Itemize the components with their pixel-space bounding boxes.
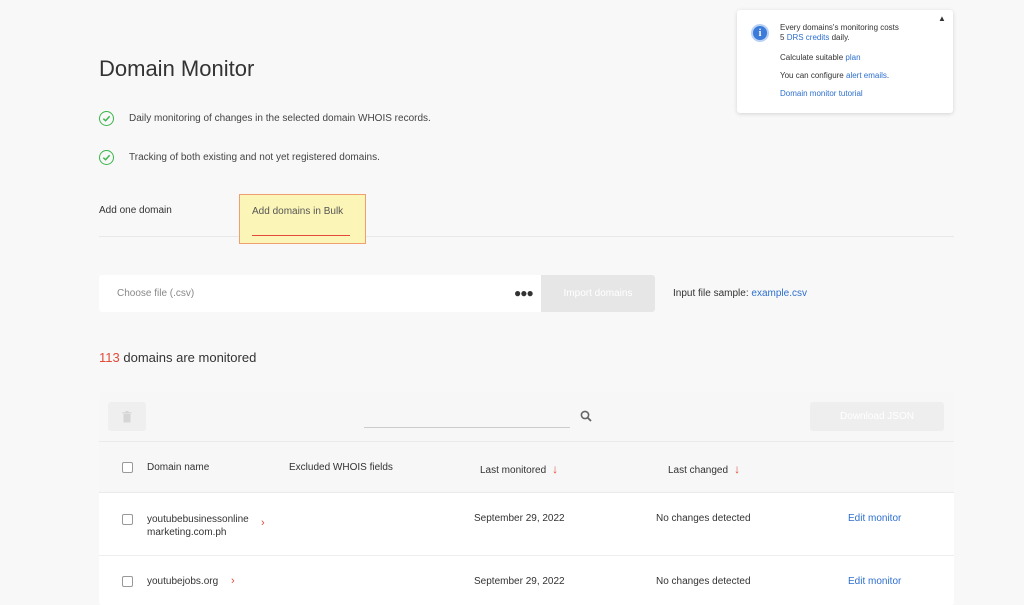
header-domain-name[interactable]: Domain name	[147, 462, 209, 473]
row-checkbox[interactable]	[122, 514, 133, 525]
domain-monitor-tutorial-link[interactable]: Domain monitor tutorial	[780, 89, 863, 98]
chevron-right-icon[interactable]: ›	[261, 517, 265, 529]
info-panel: i ▲ Every domains's monitoring costs 5 D…	[737, 10, 953, 113]
table-row: youtubebusinessonline marketing.com.ph ›…	[99, 493, 954, 556]
info-tutorial: Domain monitor tutorial	[780, 89, 863, 99]
info-line: Calculate suitable	[780, 53, 844, 62]
header-excluded-fields: Excluded WHOIS fields	[289, 462, 393, 473]
count-number: 113	[99, 350, 120, 365]
search-icon[interactable]	[580, 410, 592, 422]
tab-add-domains-bulk[interactable]: Add domains in Bulk	[239, 194, 366, 244]
choose-file-input[interactable]: Choose file (.csv)	[117, 288, 194, 299]
info-daily: daily.	[831, 33, 850, 42]
feature-item: Tracking of both existing and not yet re…	[99, 150, 380, 165]
feature-text: Tracking of both existing and not yet re…	[129, 152, 380, 163]
tab-add-one-domain[interactable]: Add one domain	[99, 205, 172, 216]
check-circle-icon	[99, 111, 114, 126]
info-period: .	[886, 71, 890, 80]
alert-emails-link[interactable]: alert emails	[846, 71, 887, 80]
edit-monitor-link[interactable]: Edit monitor	[848, 513, 901, 524]
row-checkbox[interactable]	[122, 576, 133, 587]
input-sample: Input file sample: example.csv	[673, 288, 807, 299]
trash-icon	[122, 410, 132, 422]
last-changed-value: No changes detected	[656, 513, 751, 524]
info-credits-count: 5	[780, 33, 785, 42]
header-last-changed-label: Last changed	[668, 465, 729, 476]
header-last-changed[interactable]: Last changed ↓	[668, 462, 740, 476]
info-line: You can configure	[780, 71, 844, 80]
domain-name[interactable]: youtubebusinessonline marketing.com.ph	[147, 513, 249, 539]
tab-bulk-label: Add domains in Bulk	[252, 206, 344, 217]
select-all-checkbox[interactable]	[122, 462, 133, 473]
info-line: Every domains's monitoring costs	[780, 23, 899, 32]
feature-item: Daily monitoring of changes in the selec…	[99, 111, 431, 126]
sort-down-arrow-icon[interactable]: ↓	[552, 462, 558, 476]
monitored-count: 113 domains are monitored	[99, 350, 256, 365]
page-title: Domain Monitor	[99, 56, 255, 81]
sort-down-arrow-icon[interactable]: ↓	[734, 462, 740, 476]
domains-table: Download JSON Domain name Excluded WHOIS…	[99, 392, 954, 605]
domain-name-line: marketing.com.ph	[147, 527, 227, 538]
last-monitored-value: September 29, 2022	[474, 576, 565, 587]
info-icon: i	[751, 24, 769, 42]
last-changed-value: No changes detected	[656, 576, 751, 587]
add-domain-tabs: Add one domain Add domains in Bulk	[99, 194, 954, 244]
table-toolbar: Download JSON	[99, 392, 954, 442]
info-plan-text: Calculate suitable plan	[780, 53, 861, 63]
header-last-monitored-label: Last monitored	[480, 465, 547, 476]
more-dots-icon[interactable]: ●●●	[514, 286, 534, 300]
search-input[interactable]	[364, 427, 570, 428]
chevron-right-icon[interactable]: ›	[231, 575, 235, 587]
download-json-button[interactable]: Download JSON	[810, 402, 944, 431]
import-domains-button[interactable]: Import domains	[541, 275, 655, 312]
domain-name-line: youtubebusinessonline	[147, 514, 249, 525]
plan-link[interactable]: plan	[845, 53, 860, 62]
check-circle-icon	[99, 150, 114, 165]
edit-monitor-link[interactable]: Edit monitor	[848, 576, 901, 587]
collapse-triangle-icon[interactable]: ▲	[938, 14, 946, 23]
drs-credits-link[interactable]: DRS credits	[787, 33, 830, 42]
info-cost-text: Every domains's monitoring costs 5 DRS c…	[780, 23, 899, 43]
example-csv-link[interactable]: example.csv	[751, 288, 807, 299]
last-monitored-value: September 29, 2022	[474, 513, 565, 524]
delete-button[interactable]	[108, 402, 146, 431]
csv-import-bar: Choose file (.csv) ●●● Import domains	[99, 275, 655, 312]
table-row: youtubejobs.org › September 29, 2022 No …	[99, 556, 954, 605]
sample-label: Input file sample:	[673, 288, 749, 299]
count-text: domains are monitored	[123, 350, 257, 365]
domain-name[interactable]: youtubejobs.org	[147, 576, 218, 587]
active-tab-underline	[252, 235, 350, 236]
table-header: Domain name Excluded WHOIS fields Last m…	[99, 442, 954, 493]
feature-text: Daily monitoring of changes in the selec…	[129, 113, 431, 124]
header-last-monitored[interactable]: Last monitored ↓	[480, 462, 558, 476]
info-alert-text: You can configure alert emails.	[780, 71, 889, 81]
